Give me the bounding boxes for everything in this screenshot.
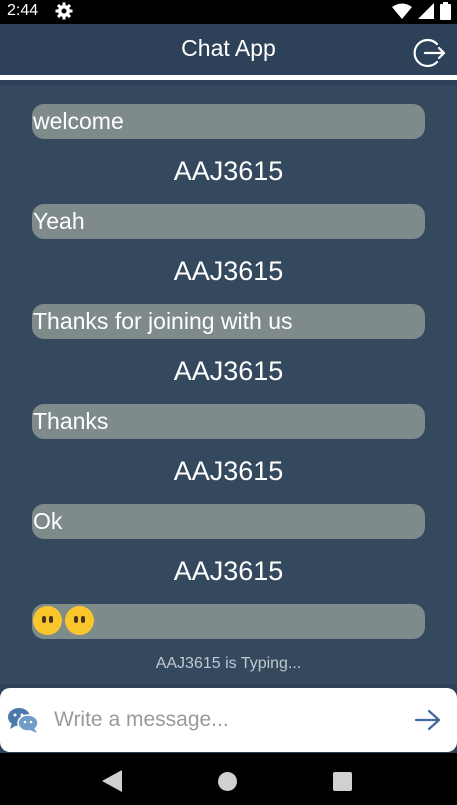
message-item: Thanks for joining with us AAJ3615 bbox=[0, 286, 457, 386]
message-item: Thanks AAJ3615 bbox=[0, 386, 457, 486]
message-item: welcome AAJ3615 bbox=[0, 86, 457, 186]
logout-icon bbox=[413, 38, 446, 68]
message-input[interactable] bbox=[54, 702, 394, 738]
message-bubble[interactable] bbox=[32, 604, 425, 639]
chat-bubbles-icon[interactable] bbox=[7, 706, 39, 739]
message-composer bbox=[0, 688, 457, 752]
logout-button[interactable] bbox=[413, 37, 447, 69]
recent-apps-icon[interactable] bbox=[333, 772, 352, 791]
app-bar-divider bbox=[0, 75, 457, 80]
message-bubble[interactable]: welcome bbox=[32, 104, 425, 139]
status-icons bbox=[392, 2, 451, 25]
message-item: Ok AAJ3615 bbox=[0, 486, 457, 586]
message-sender: AAJ3615 bbox=[173, 556, 284, 586]
page-title: Chat App bbox=[181, 35, 276, 61]
battery-icon bbox=[440, 2, 451, 25]
typing-indicator: AAJ3615 is Typing... bbox=[155, 655, 302, 672]
system-nav-bar bbox=[0, 753, 457, 805]
message-sender: AAJ3615 bbox=[173, 456, 284, 486]
message-bubble[interactable]: Yeah bbox=[32, 204, 425, 239]
message-sender: AAJ3615 bbox=[173, 156, 284, 186]
message-list[interactable]: welcome AAJ3615 Yeah AAJ3615 Thanks for … bbox=[0, 86, 457, 684]
wifi-icon bbox=[392, 3, 412, 24]
neutral-face-emoji-icon bbox=[33, 606, 62, 636]
send-button[interactable] bbox=[414, 708, 442, 732]
message-item: Yeah AAJ3615 bbox=[0, 186, 457, 286]
back-icon[interactable] bbox=[102, 770, 122, 797]
signal-icon bbox=[418, 3, 434, 24]
message-sender: AAJ3615 bbox=[173, 256, 284, 286]
home-icon[interactable] bbox=[218, 772, 237, 791]
status-bar: 2:44 bbox=[0, 0, 457, 24]
arrow-right-icon bbox=[414, 709, 441, 731]
message-sender: AAJ3615 bbox=[173, 356, 284, 386]
message-bubble[interactable]: Thanks bbox=[32, 404, 425, 439]
status-time: 2:44 bbox=[7, 2, 39, 19]
neutral-face-emoji-icon bbox=[65, 606, 94, 636]
app-bar: Chat App bbox=[0, 24, 457, 74]
message-bubble[interactable]: Thanks for joining with us bbox=[32, 304, 425, 339]
message-bubble[interactable]: Ok bbox=[32, 504, 425, 539]
gear-icon bbox=[55, 2, 73, 25]
